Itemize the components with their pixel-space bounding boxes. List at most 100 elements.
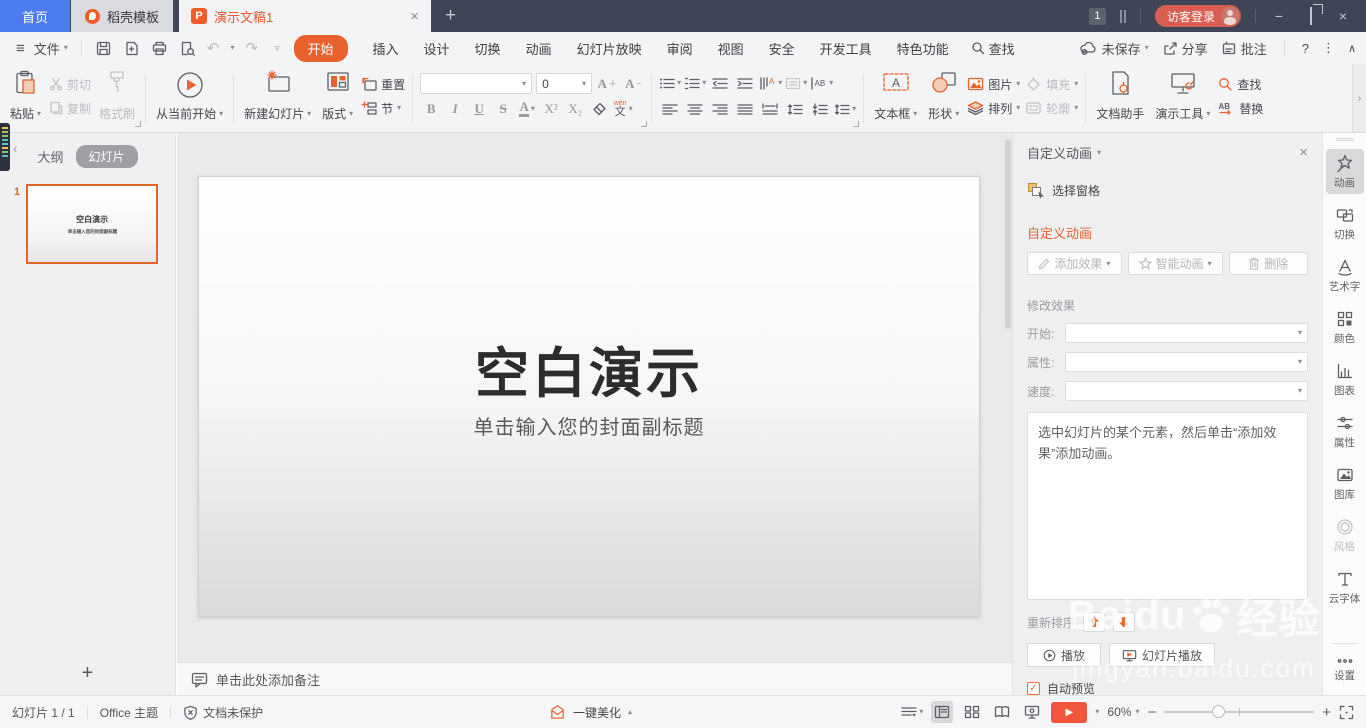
menu-slideshow[interactable]: 幻灯片放映 bbox=[577, 39, 642, 58]
notes-bar[interactable]: 单击此处添加备注 bbox=[177, 662, 1012, 695]
text-direction-button[interactable]: A ▾ bbox=[759, 73, 782, 93]
undo-button[interactable]: ↶ bbox=[207, 39, 220, 57]
play-slideshow-button[interactable]: ▶ bbox=[1051, 701, 1088, 723]
bold-button[interactable]: B bbox=[420, 99, 442, 119]
menu-design[interactable]: 设计 bbox=[424, 39, 450, 58]
zoom-in-button[interactable]: + bbox=[1322, 704, 1331, 721]
customize-toolbar-icon[interactable]: ▿ bbox=[275, 43, 280, 53]
slide-sorter-button[interactable] bbox=[961, 701, 983, 723]
zoom-slider[interactable] bbox=[1164, 705, 1315, 718]
zoom-out-button[interactable]: − bbox=[1147, 704, 1156, 721]
editing-canvas[interactable]: 空白演示 单击输入您的封面副标题 bbox=[177, 133, 1012, 662]
canvas-scrollbar[interactable] bbox=[1005, 139, 1011, 655]
help-button[interactable]: ? bbox=[1302, 41, 1309, 56]
close-button[interactable]: × bbox=[1334, 8, 1352, 24]
align-text-button[interactable]: ▾ bbox=[785, 73, 807, 93]
decrease-font-button[interactable]: A − bbox=[622, 74, 644, 94]
underline-button[interactable]: U bbox=[468, 99, 490, 119]
chevron-down-icon[interactable]: ▾ bbox=[1097, 148, 1101, 157]
picture-button[interactable]: 图片 ▾ bbox=[967, 76, 1020, 93]
start-dropdown[interactable]: ▾ bbox=[1065, 323, 1308, 343]
property-dropdown[interactable]: ▾ bbox=[1065, 352, 1308, 372]
login-button[interactable]: 访客登录 bbox=[1154, 5, 1241, 27]
superscript-button[interactable]: X² bbox=[540, 99, 562, 119]
font-size-combo[interactable]: 0 ▾ bbox=[536, 73, 593, 94]
delete-effect-button[interactable]: 删除 bbox=[1228, 252, 1308, 275]
share-button[interactable]: 分享 bbox=[1162, 39, 1208, 58]
smart-animation-button[interactable]: 智能动画 ▾ bbox=[1127, 252, 1223, 275]
font-name-combo[interactable]: ▾ bbox=[420, 73, 533, 94]
copy-button[interactable]: 复制 bbox=[49, 100, 91, 117]
tab-home[interactable]: 首页 bbox=[0, 0, 71, 32]
dialog-launcher-icon[interactable] bbox=[641, 121, 648, 127]
print-preview-button[interactable] bbox=[179, 40, 196, 57]
sidebar-handle[interactable] bbox=[1335, 138, 1354, 141]
doc-assistant-button[interactable]: 文档助手 bbox=[1093, 69, 1147, 123]
animation-list-box[interactable]: 选中幻灯片的某个元素，然后单击“添加效果”添加动画。 bbox=[1027, 412, 1308, 600]
font-color-button[interactable]: A ▾ bbox=[516, 99, 538, 119]
line-spacing-button[interactable]: ▾ bbox=[834, 99, 856, 119]
menu-review[interactable]: 审阅 bbox=[667, 39, 693, 58]
sidebar-item-gallery[interactable]: 图库 bbox=[1326, 461, 1364, 506]
bullets-button[interactable]: ▾ bbox=[659, 73, 681, 93]
ribbon-expander[interactable]: › bbox=[1352, 64, 1366, 132]
sidebar-item-style[interactable]: 风格 bbox=[1326, 513, 1364, 558]
auto-preview-checkbox[interactable]: ✓ bbox=[1027, 682, 1040, 695]
play-animation-button[interactable]: 播放 bbox=[1027, 643, 1101, 667]
align-left-button[interactable] bbox=[659, 99, 681, 119]
strikethrough-button[interactable]: S bbox=[492, 99, 514, 119]
dialog-launcher-icon[interactable] bbox=[135, 121, 142, 127]
theme-name[interactable]: Office 主题 bbox=[100, 704, 158, 721]
reading-view-button[interactable] bbox=[991, 701, 1013, 723]
menu-find[interactable]: 查找 bbox=[971, 39, 1015, 58]
italic-button[interactable]: I bbox=[444, 99, 466, 119]
sidebar-item-transition[interactable]: 切换 bbox=[1326, 201, 1364, 246]
cut-button[interactable]: 剪切 bbox=[49, 76, 91, 93]
docked-pane-handle[interactable] bbox=[0, 123, 10, 171]
clear-format-button[interactable] bbox=[588, 99, 610, 119]
textbox-button[interactable]: A 文本框 ▾ bbox=[871, 69, 920, 123]
file-menu[interactable]: 文件 ▾ bbox=[34, 39, 68, 58]
restore-button[interactable] bbox=[1302, 7, 1320, 25]
pinyin-button[interactable]: wén 文 ▾ bbox=[612, 99, 634, 119]
arrange-button[interactable]: 排列 ▾ bbox=[967, 100, 1020, 117]
notes-toggle-button[interactable]: ▾ bbox=[901, 706, 923, 718]
move-down-button[interactable] bbox=[1113, 612, 1136, 632]
sidebar-item-wordart[interactable]: 艺术字 bbox=[1326, 253, 1364, 298]
justify-button[interactable] bbox=[734, 99, 756, 119]
line-spacing-increase-button[interactable] bbox=[784, 99, 806, 119]
collapse-ribbon-icon[interactable]: ∧ bbox=[1348, 42, 1356, 55]
line-spacing-decrease-button[interactable] bbox=[809, 99, 831, 119]
speed-dropdown[interactable]: ▾ bbox=[1065, 381, 1308, 401]
subscript-button[interactable]: X₂ bbox=[564, 99, 586, 119]
outline-button[interactable]: 轮廓 ▾ bbox=[1025, 100, 1078, 117]
slideshow-view-button[interactable] bbox=[1021, 701, 1043, 723]
replace-button[interactable]: AB 替换 bbox=[1218, 100, 1264, 117]
comment-button[interactable]: 批注 bbox=[1221, 39, 1267, 58]
tab-docer-templates[interactable]: 稻壳模板 bbox=[71, 0, 174, 32]
distribute-button[interactable] bbox=[759, 99, 781, 119]
increase-font-button[interactable]: A ＋ bbox=[596, 74, 618, 94]
slide-thumbnail[interactable]: 空白演示 单击输入您的封面副标题 bbox=[26, 184, 159, 264]
hamburger-icon[interactable]: ≡ bbox=[16, 40, 25, 57]
numbering-button[interactable]: ▾ bbox=[684, 73, 706, 93]
format-painter-button[interactable]: 格式刷 bbox=[96, 69, 138, 123]
menu-home[interactable]: 开始 bbox=[293, 34, 348, 62]
reset-button[interactable]: 重置 bbox=[361, 76, 405, 93]
section-button[interactable]: 节 ▾ bbox=[361, 100, 405, 117]
menu-devtools[interactable]: 开发工具 bbox=[820, 39, 872, 58]
chevron-down-icon[interactable]: ▾ bbox=[1095, 708, 1099, 716]
slideshow-play-button[interactable]: 幻灯片播放 bbox=[1109, 643, 1215, 667]
slide-page[interactable]: 空白演示 单击输入您的封面副标题 bbox=[198, 176, 980, 617]
export-button[interactable] bbox=[123, 40, 140, 57]
pane-close-icon[interactable]: × bbox=[1299, 144, 1308, 161]
present-tools-button[interactable]: 演示工具 ▾ bbox=[1152, 69, 1213, 123]
sidebar-item-properties[interactable]: 属性 bbox=[1326, 409, 1364, 454]
move-up-button[interactable] bbox=[1083, 612, 1106, 632]
increase-indent-button[interactable] bbox=[734, 73, 756, 93]
tab-slides[interactable]: 幻灯片 bbox=[75, 145, 138, 168]
align-right-button[interactable] bbox=[709, 99, 731, 119]
slide-title[interactable]: 空白演示 bbox=[199, 329, 979, 408]
menu-insert[interactable]: 插入 bbox=[373, 39, 399, 58]
normal-view-button[interactable] bbox=[931, 701, 954, 723]
